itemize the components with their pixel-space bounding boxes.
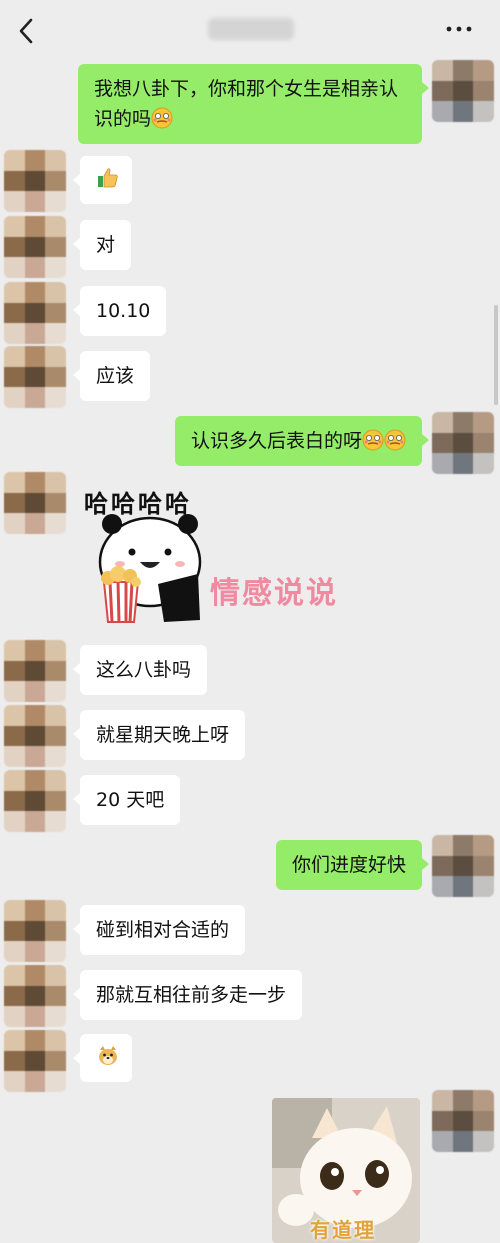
sticker-caption: 有道理 [310,1218,376,1242]
avatar-contact[interactable] [4,900,66,962]
avatar-contact[interactable] [4,472,66,534]
message-text: 你们进度好快 [291,854,406,876]
message-bubble-incoming[interactable]: 应该 [72,351,151,401]
message-text: 应该 [96,365,135,387]
more-dots-icon[interactable] [444,14,474,51]
avatar-contact[interactable] [4,282,66,344]
message-bubble-incoming[interactable]: 就星期天晚上呀 [72,710,246,760]
watermark-text: 情感说说 [210,576,338,611]
awkward-smile-emoji-icon [151,107,173,129]
message-text: 那就互相往前多走一步 [96,984,287,1006]
back-chevron-icon[interactable] [14,14,38,48]
message-bubble-incoming[interactable]: 这么八卦吗 [72,645,208,695]
doge-emoji-icon [99,1046,117,1065]
panda-icon [98,514,202,623]
message-bubble-incoming[interactable]: 对 [72,220,132,270]
avatar-contact[interactable] [4,965,66,1027]
avatar-contact[interactable] [4,705,66,767]
avatar-contact[interactable] [4,150,66,212]
awkward-smile-emoji-icon [384,429,406,451]
avatar-contact[interactable] [4,1030,66,1092]
awkward-smile-emoji-icon [362,429,384,451]
message-text: 这么八卦吗 [96,659,192,681]
message-text: 10.10 [96,300,151,322]
avatar-self[interactable] [432,412,494,474]
message-bubble-incoming[interactable]: 那就互相往前多走一步 [72,970,303,1020]
message-bubble-incoming[interactable]: 10.10 [72,286,167,336]
top-bar [0,0,500,62]
message-text: 对 [96,234,116,256]
avatar-contact[interactable] [4,640,66,702]
cat-photo-sticker[interactable]: 有道理 [272,1098,420,1243]
message-text: 20 天吧 [96,789,165,811]
chat-title-blurred [208,18,294,40]
message-bubble-outgoing[interactable]: 你们进度好快 [275,840,430,890]
message-bubble-incoming[interactable]: 20 天吧 [72,775,181,825]
avatar-contact[interactable] [4,216,66,278]
message-bubble-incoming[interactable]: 碰到相对合适的 [72,905,246,955]
message-text: 碰到相对合适的 [96,919,230,941]
avatar-self[interactable] [432,1090,494,1152]
message-text: 就星期天晚上呀 [96,724,230,746]
message-text: 认识多久后表白的呀 [190,430,362,452]
panda-popcorn-sticker[interactable]: 哈哈哈哈 [84,478,224,628]
avatar-self[interactable] [432,60,494,122]
scrollbar[interactable] [494,305,498,405]
message-bubble-outgoing[interactable]: 认识多久后表白的呀 [174,416,430,466]
avatar-contact[interactable] [4,346,66,408]
thumbs-up-emoji-icon [98,168,118,188]
avatar-contact[interactable] [4,770,66,832]
avatar-self[interactable] [432,835,494,897]
message-text: 我想八卦下，你和那个女生是相亲认识的吗 [94,78,399,130]
message-bubble-incoming[interactable] [73,156,132,204]
message-bubble-outgoing[interactable]: 我想八卦下，你和那个女生是相亲认识的吗 [78,64,429,144]
message-bubble-incoming[interactable] [73,1034,132,1082]
